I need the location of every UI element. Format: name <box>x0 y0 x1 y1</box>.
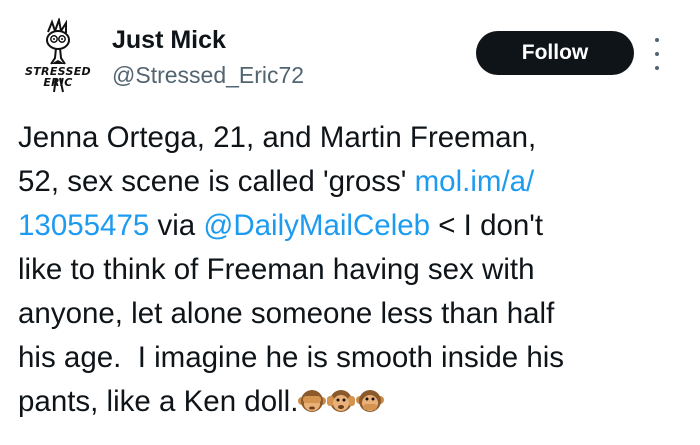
hear-no-evil-monkey-icon <box>327 390 356 412</box>
follow-button[interactable]: Follow <box>476 31 634 75</box>
avatar-caption: STRESSED ERIC <box>18 66 98 88</box>
display-name[interactable]: Just Mick <box>112 26 226 55</box>
see-no-evil-monkey-icon <box>298 390 327 412</box>
avatar[interactable]: STRESSED ERIC <box>18 18 98 98</box>
more-options-icon[interactable] <box>650 38 664 70</box>
user-handle[interactable]: @Stressed_Eric72 <box>112 62 304 89</box>
avatar-caption-line2: ERIC <box>43 76 73 89</box>
mention-link[interactable]: @DailyMailCeleb <box>203 209 430 242</box>
tweet-text: Jenna Ortega, 21, and Martin Freeman, 52… <box>18 116 678 424</box>
tweet-card: STRESSED ERIC Just Mick @Stressed_Eric72… <box>0 0 700 445</box>
speak-no-evil-monkey-icon <box>356 390 385 412</box>
tweet-text-segment: via <box>149 209 204 242</box>
